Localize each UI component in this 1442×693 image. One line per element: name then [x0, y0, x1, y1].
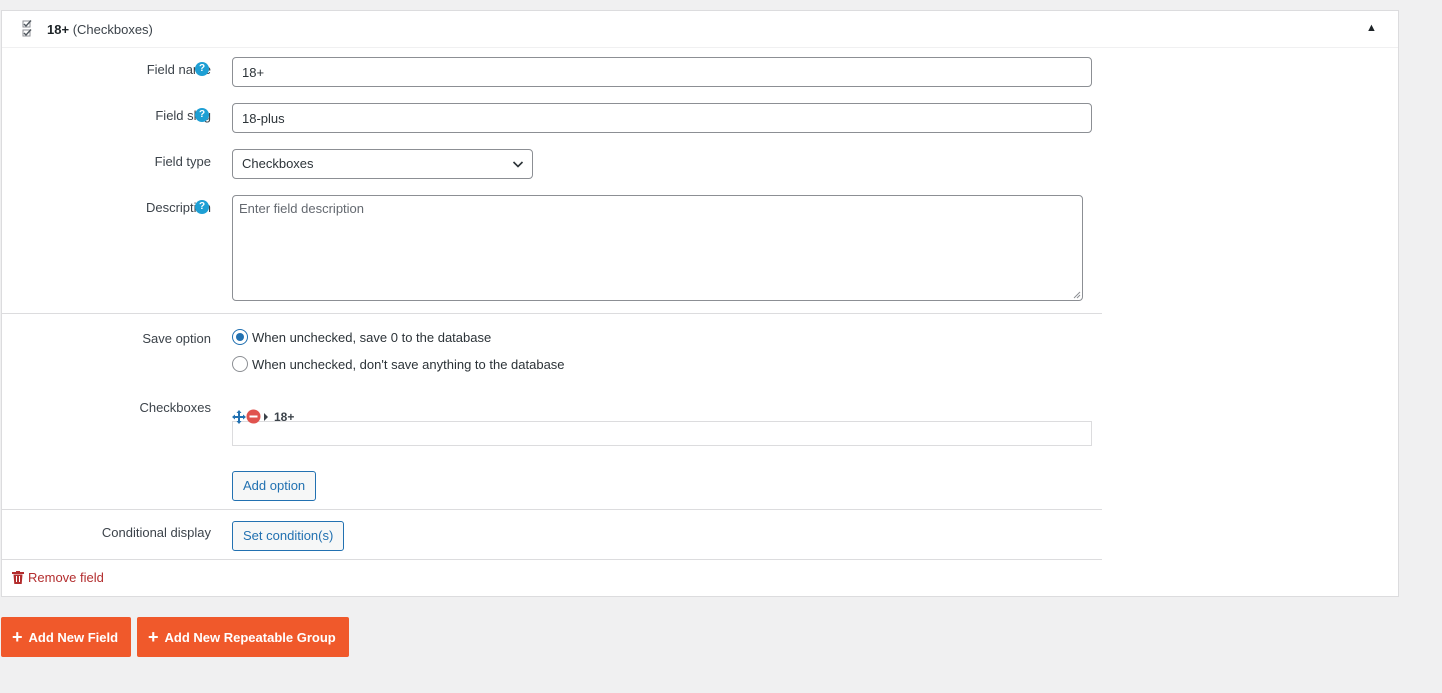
- divider: [2, 313, 1102, 314]
- trash-icon: [12, 571, 24, 584]
- move-icon[interactable]: [232, 409, 246, 424]
- checkbox-option-controls: 18+: [232, 409, 294, 433]
- plus-icon: +: [148, 627, 159, 647]
- plus-icon: +: [12, 627, 23, 647]
- field-type-label: Field type: [154, 154, 211, 169]
- help-icon[interactable]: ?: [195, 62, 209, 76]
- field-header-name: 18+: [47, 22, 70, 37]
- chevron-down-icon: [512, 161, 524, 168]
- caret-right-icon[interactable]: [261, 411, 271, 423]
- field-type-select[interactable]: Checkboxes: [232, 149, 533, 179]
- checkbox-option-row: [232, 421, 1092, 446]
- field-slug-input[interactable]: [232, 103, 1092, 133]
- checkbox-option-label: 18+: [274, 409, 295, 424]
- checkboxes-icon: [22, 20, 32, 37]
- add-new-repeatable-group-label: Add New Repeatable Group: [164, 630, 336, 645]
- add-new-field-button[interactable]: + Add New Field: [1, 617, 132, 657]
- checkboxes-label: Checkboxes: [139, 400, 211, 415]
- field-panel-title: 18+ (Checkboxes): [47, 22, 153, 37]
- field-panel: 18+ (Checkboxes) ▲ Field name ? Field sl…: [1, 10, 1399, 597]
- add-option-button[interactable]: Add option: [232, 471, 317, 501]
- remove-field-label: Remove field: [28, 570, 104, 585]
- add-new-field-label: Add New Field: [28, 630, 119, 645]
- save-option-radio-save-zero[interactable]: When unchecked, save 0 to the database: [232, 329, 491, 345]
- radio-button-checked[interactable]: [232, 329, 248, 345]
- set-conditions-button[interactable]: Set condition(s): [232, 521, 345, 551]
- help-icon[interactable]: ?: [195, 200, 209, 214]
- remove-option-icon[interactable]: [246, 409, 261, 424]
- divider: [2, 559, 1102, 560]
- conditional-display-label: Conditional display: [101, 525, 211, 540]
- field-panel-header[interactable]: 18+ (Checkboxes) ▲: [2, 11, 1398, 48]
- save-option-radio-save-nothing[interactable]: When unchecked, don't save anything to t…: [232, 356, 565, 372]
- triangle-up-icon[interactable]: ▲: [1366, 22, 1377, 34]
- resize-handle-icon[interactable]: [1073, 291, 1081, 299]
- add-new-repeatable-group-button[interactable]: + Add New Repeatable Group: [137, 617, 349, 657]
- radio-button[interactable]: [232, 356, 248, 372]
- radio-label: When unchecked, don't save anything to t…: [252, 357, 565, 372]
- field-type-selected: Checkboxes: [242, 156, 314, 171]
- field-header-type: (Checkboxes): [72, 22, 153, 37]
- divider: [2, 509, 1102, 510]
- help-icon[interactable]: ?: [195, 108, 209, 122]
- description-placeholder: Enter field description: [239, 201, 365, 216]
- description-textarea[interactable]: Enter field description: [232, 195, 1083, 301]
- radio-label: When unchecked, save 0 to the database: [252, 330, 492, 345]
- field-name-input[interactable]: [232, 57, 1092, 87]
- save-option-label: Save option: [142, 331, 211, 346]
- remove-field-link[interactable]: Remove field: [12, 570, 104, 585]
